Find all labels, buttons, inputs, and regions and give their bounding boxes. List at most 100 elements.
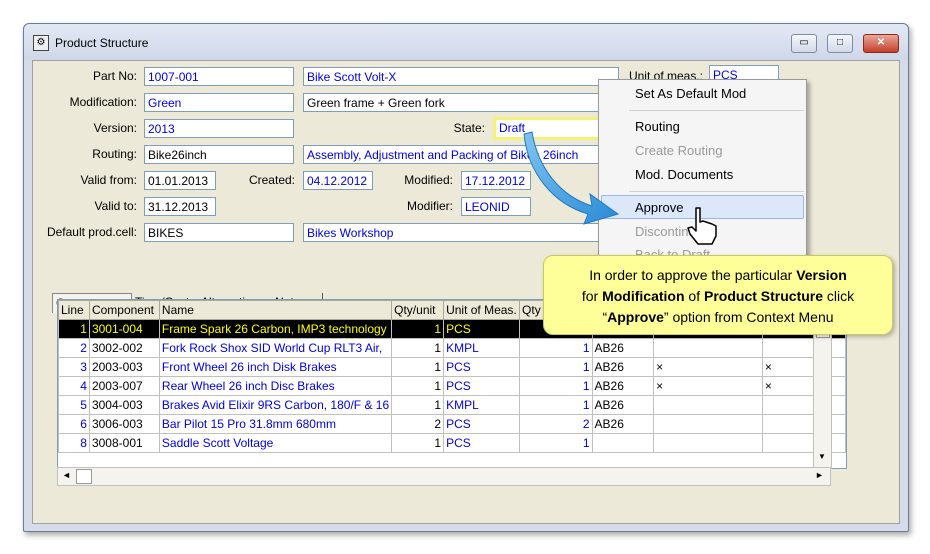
cell-code: AB26 xyxy=(591,414,655,434)
cell-extra: × xyxy=(761,357,847,377)
callout-line-3: “Approve” option from Context Menu xyxy=(544,307,892,328)
cell-component: 3002-002 xyxy=(88,338,160,358)
cell-qty: 1 xyxy=(391,395,445,415)
cell-name: Frame Spark 26 Carbon, IMP3 technology xyxy=(158,319,393,339)
cell-extra xyxy=(653,433,763,453)
menu-separator xyxy=(629,191,804,192)
cell-name: Saddle Scott Voltage xyxy=(158,433,393,453)
column-header-name[interactable]: Name xyxy=(158,300,393,320)
routing-label: Routing: xyxy=(92,147,137,161)
cell-qty: 1 xyxy=(391,376,445,396)
cell-unit: KMPL xyxy=(443,395,521,415)
cell-code: AB26 xyxy=(591,357,655,377)
part-description-field[interactable]: Bike Scott Volt-X xyxy=(303,67,619,86)
column-header-component[interactable]: Component xyxy=(88,300,160,320)
scroll-right-icon[interactable]: ► xyxy=(815,470,824,480)
cell-extra xyxy=(653,414,763,434)
table-row[interactable]: 5 3004-003 Brakes Avid Elixir 9RS Carbon… xyxy=(58,395,847,415)
valid-from-label: Valid from: xyxy=(80,173,137,187)
created-field[interactable]: 04.12.2012 xyxy=(303,171,373,190)
cell-component: 2003-003 xyxy=(88,357,160,377)
cell-name: Fork Rock Shox SID World Cup RLT3 Air, xyxy=(158,338,393,358)
minimize-button[interactable]: ▭ xyxy=(791,34,817,53)
routing-field[interactable]: Bike26inch xyxy=(144,145,294,164)
version-label: Version: xyxy=(93,121,137,135)
callout-bold-text: Version xyxy=(796,267,847,283)
cell-extra: × xyxy=(653,357,763,377)
cell-unit: PCS xyxy=(443,376,521,396)
column-header-line[interactable]: Line xyxy=(58,300,90,320)
cell-component: 2003-007 xyxy=(88,376,160,396)
table-row[interactable]: 6 3006-003 Bar Pilot 15 Pro 31.8mm 680mm… xyxy=(58,414,847,434)
table-row[interactable]: 2 3002-002 Fork Rock Shox SID World Cup … xyxy=(58,338,847,358)
default-prod-cell-field[interactable]: BIKES xyxy=(144,223,294,242)
cell-qty-p: 2 xyxy=(519,414,593,434)
cell-component: 3006-003 xyxy=(88,414,160,434)
cell-qty: 1 xyxy=(391,338,445,358)
cell-component: 3004-003 xyxy=(88,395,160,415)
callout-bold-text: Modification xyxy=(602,288,685,304)
default-prod-cell-label: Default prod.cell: xyxy=(46,225,137,239)
cell-unit: PCS xyxy=(443,357,521,377)
table-row[interactable]: 4 2003-007 Rear Wheel 26 inch Disc Brake… xyxy=(58,376,847,396)
version-field[interactable]: 2013 xyxy=(144,119,294,138)
valid-to-label: Valid to: xyxy=(94,199,137,213)
menu-item-mod-documents[interactable]: Mod. Documents xyxy=(635,167,733,182)
cell-component: 3008-001 xyxy=(88,433,160,453)
cell-extra xyxy=(761,414,847,434)
cell-line: 8 xyxy=(58,433,90,453)
cell-line: 3 xyxy=(58,357,90,377)
column-header-unit-of-meas[interactable]: Unit of Meas. xyxy=(443,300,521,320)
callout-line-2: for Modification of Product Structure cl… xyxy=(544,286,892,307)
cell-code: AB26 xyxy=(591,338,655,358)
cell-qty-p: 1 xyxy=(519,395,593,415)
horizontal-scrollbar[interactable]: ◄ ► xyxy=(57,467,831,486)
menu-item-routing[interactable]: Routing xyxy=(635,119,680,134)
cell-name: Brakes Avid Elixir 9RS Carbon, 180/F & 1… xyxy=(158,395,393,415)
modification-field[interactable]: Green xyxy=(144,93,294,112)
cell-code: AB26 xyxy=(591,376,655,396)
modification-description-field[interactable]: Green frame + Green fork xyxy=(303,93,619,112)
menu-item-approve[interactable]: Approve xyxy=(635,200,683,215)
close-button[interactable]: ✕ xyxy=(863,34,899,53)
cell-qty-p: 1 xyxy=(519,338,593,358)
cell-unit: PCS xyxy=(443,414,521,434)
cell-extra xyxy=(761,338,847,358)
valid-from-field[interactable]: 01.01.2013 xyxy=(144,171,216,190)
cell-line: 5 xyxy=(58,395,90,415)
cell-extra xyxy=(653,395,763,415)
scroll-down-icon[interactable]: ▼ xyxy=(818,452,826,461)
part-no-field[interactable]: 1007-001 xyxy=(144,67,294,86)
part-no-label: Part No: xyxy=(92,69,137,83)
scroll-thumb[interactable] xyxy=(76,469,92,484)
cell-qty-p: 1 xyxy=(519,357,593,377)
modified-label: Modified: xyxy=(404,173,453,187)
callout-text: ” option from Context Menu xyxy=(663,309,834,325)
cell-extra: × xyxy=(761,376,847,396)
table-row[interactable]: 8 3008-001 Saddle Scott Voltage 1 PCS 1 xyxy=(58,433,847,453)
cell-name: Front Wheel 26 inch Disk Brakes xyxy=(158,357,393,377)
title-bar[interactable]: ⚙ Product Structure ▭ □ ✕ xyxy=(24,24,908,60)
menu-item-set-default-mod[interactable]: Set As Default Mod xyxy=(635,86,746,101)
maximize-button[interactable]: □ xyxy=(827,34,853,53)
cell-line: 2 xyxy=(58,338,90,358)
cell-qty-p: 1 xyxy=(519,376,593,396)
menu-item-create-routing[interactable]: Create Routing xyxy=(635,143,722,158)
callout-bold-text: Product Structure xyxy=(704,288,824,304)
cell-line: 1 xyxy=(58,319,90,339)
callout-text: In order to approve the particular xyxy=(589,267,797,283)
cell-unit: PCS xyxy=(443,433,521,453)
window-title: Product Structure xyxy=(55,36,149,50)
cell-extra xyxy=(761,395,847,415)
arrow-icon xyxy=(523,131,620,225)
valid-to-field[interactable]: 31.12.2013 xyxy=(144,197,216,216)
column-header-qty-unit[interactable]: Qty/unit xyxy=(391,300,445,320)
cell-name: Bar Pilot 15 Pro 31.8mm 680mm xyxy=(158,414,393,434)
cell-line: 4 xyxy=(58,376,90,396)
cell-extra xyxy=(761,433,847,453)
instruction-callout: In order to approve the particular Versi… xyxy=(543,255,893,335)
table-row[interactable]: 3 2003-003 Front Wheel 26 inch Disk Brak… xyxy=(58,357,847,377)
cell-code xyxy=(591,433,655,453)
created-label: Created: xyxy=(248,173,295,187)
scroll-left-icon[interactable]: ◄ xyxy=(62,470,71,480)
